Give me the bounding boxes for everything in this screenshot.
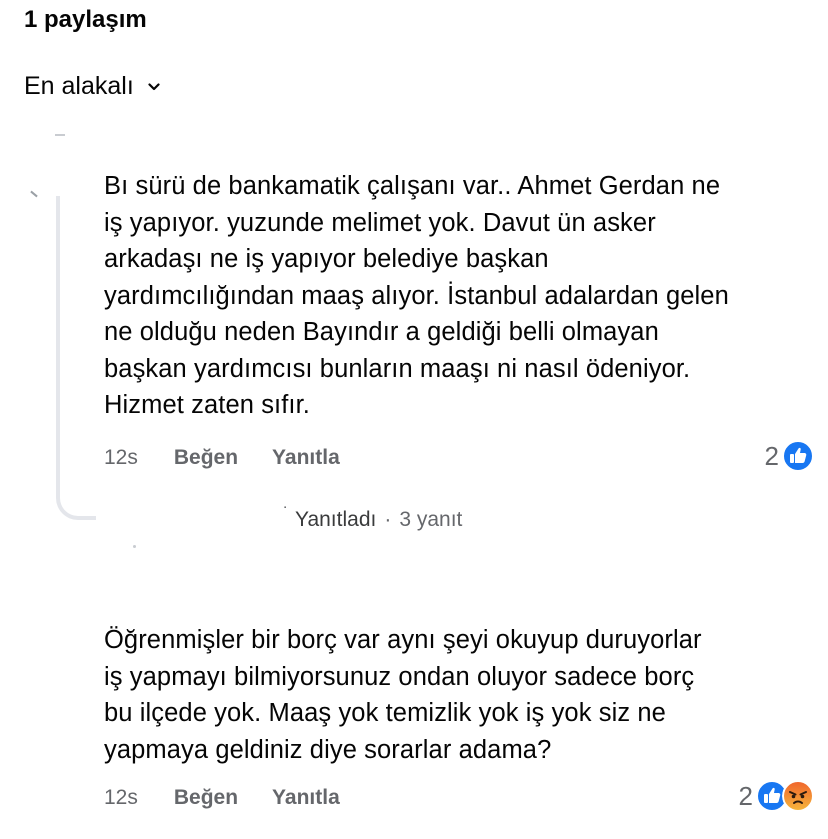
view-replies-link[interactable]: ˙ Yanıtladı · 3 yanıt (283, 504, 463, 532)
replied-label: Yanıtladı (295, 508, 377, 531)
reaction-count: 2 (738, 780, 753, 811)
sort-dropdown[interactable]: En alakalı (24, 72, 160, 101)
thread-connector-top (55, 134, 65, 136)
angry-icon (782, 780, 814, 812)
reply-count: 3 yanıt (399, 508, 463, 531)
like-button[interactable]: Beğen (174, 786, 238, 810)
thread-tick (30, 190, 38, 198)
comment-text: Bı sürü de bankamatik çalışanı var.. Ahm… (104, 172, 729, 419)
reply-thread-line (56, 196, 96, 520)
chevron-down-icon (148, 82, 160, 90)
separator: · (384, 508, 392, 531)
comment-timestamp[interactable]: 12s (104, 786, 138, 810)
like-button[interactable]: Beğen (174, 446, 238, 470)
reply-avatar-fragment: ˙ (283, 503, 289, 524)
reaction-summary[interactable]: 2 (739, 780, 814, 812)
sort-label: En alakalı (24, 72, 134, 100)
reaction-summary[interactable]: 2 (765, 440, 814, 472)
comment-actions: 12s Beğen Yanıtla (104, 786, 374, 810)
thread-dot (133, 545, 136, 548)
comment-text: Öğrenmişler bir borç var aynı şeyi okuyu… (104, 626, 702, 764)
reply-button[interactable]: Yanıtla (272, 446, 340, 470)
comment-timestamp[interactable]: 12s (104, 446, 138, 470)
share-count[interactable]: 1 paylaşım (24, 6, 147, 34)
like-icon (782, 440, 814, 472)
reply-button[interactable]: Yanıtla (272, 786, 340, 810)
reaction-count: 2 (764, 440, 779, 471)
comment-actions: 12s Beğen Yanıtla (104, 446, 374, 470)
